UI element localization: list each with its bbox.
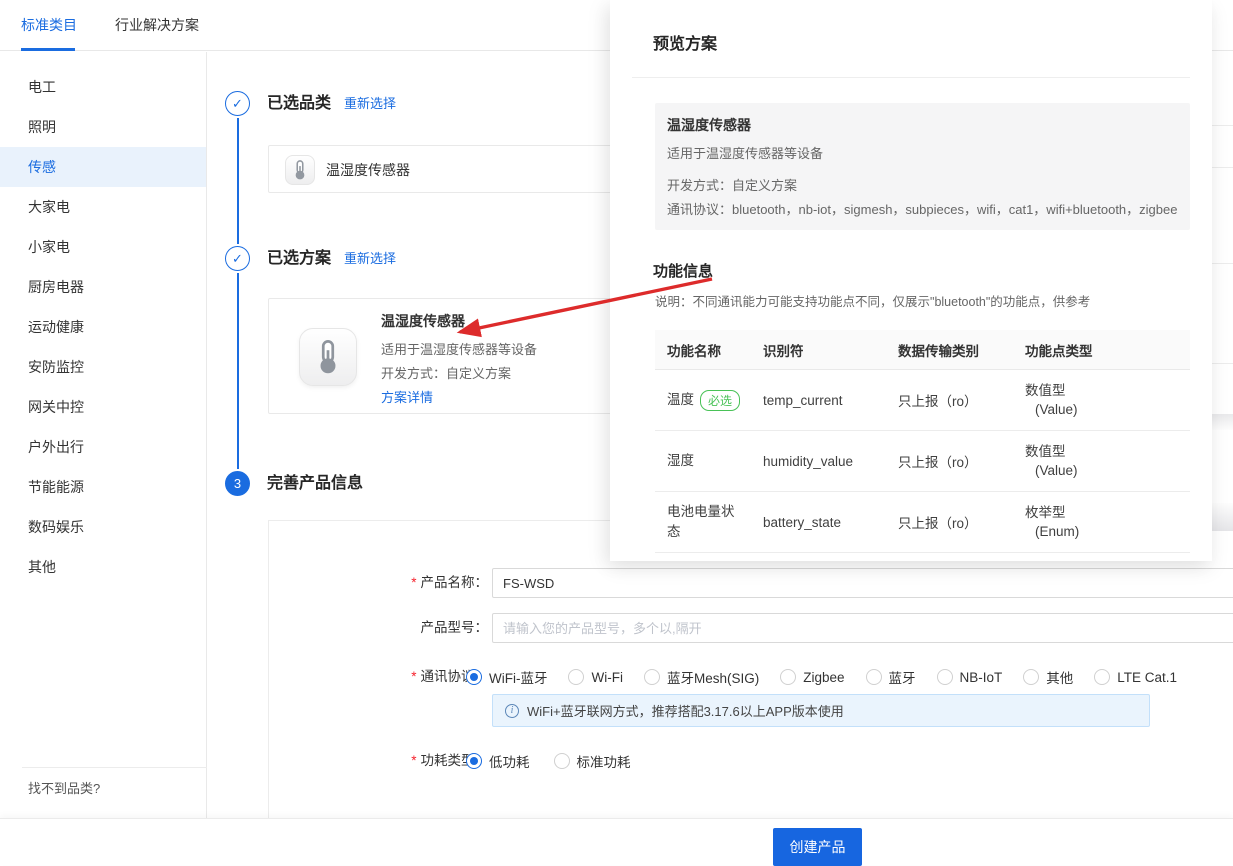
sidebar-item-yundong[interactable]: 运动健康 (0, 307, 206, 347)
radio-ble-mesh[interactable]: 蓝牙Mesh(SIG) (644, 667, 759, 687)
feature-row-battery: 电池电量状态 battery_state 只上报（ro） 枚举型(Enum) (655, 492, 1190, 553)
sidebar-item-shuma[interactable]: 数码娱乐 (0, 507, 206, 547)
protocol-hint-box: i WiFi+蓝牙联网方式，推荐搭配3.17.6以上APP版本使用 (492, 694, 1150, 727)
solution-detail-link[interactable]: 方案详情 (381, 387, 433, 406)
feature-row-temperature: 温度必选 temp_current 只上报（ro） 数值型(Value) (655, 370, 1190, 431)
col-transfer-type: 数据传输类别 (886, 340, 1013, 360)
step3-number: 3 (225, 471, 250, 496)
bg-fragment-patch (1211, 503, 1233, 531)
preview-panel-title: 预览方案 (653, 30, 717, 54)
radio-circle (466, 753, 482, 769)
radio-circle (780, 669, 796, 685)
radio-circle (1023, 669, 1039, 685)
product-model-input[interactable] (492, 613, 1233, 643)
sidebar-item-dajiadian[interactable]: 大家电 (0, 187, 206, 227)
radio-standard-power[interactable]: 标准功耗 (554, 751, 631, 771)
summary-protocols: 通讯协议：bluetooth，nb-iot，sigmesh，subpieces，… (667, 199, 1177, 218)
col-datapoint-type: 功能点类型 (1013, 340, 1190, 360)
radio-wifi-ble[interactable]: WiFi-蓝牙 (466, 667, 547, 687)
sidebar-item-huwai[interactable]: 户外出行 (0, 427, 206, 467)
radio-circle (644, 669, 660, 685)
panel-divider (632, 77, 1190, 78)
tab-standard-category[interactable]: 标准类目 (21, 0, 77, 50)
required-asterisk: * (411, 575, 416, 590)
sidebar-item-wangguan[interactable]: 网关中控 (0, 387, 206, 427)
solution-name: 温湿度传感器 (381, 311, 465, 331)
solution-desc: 适用于温湿度传感器等设备 (381, 339, 537, 358)
col-feature-name: 功能名称 (655, 340, 751, 360)
step2-reselect-link[interactable]: 重新选择 (344, 250, 396, 268)
sidebar-item-chuangan[interactable]: 传感 (0, 147, 206, 187)
radio-low-power[interactable]: 低功耗 (466, 751, 530, 771)
footer-bar: 创建产品 (0, 818, 1233, 865)
radio-circle (1094, 669, 1110, 685)
radio-circle (466, 669, 482, 685)
step1-reselect-link[interactable]: 重新选择 (344, 95, 396, 113)
radio-lte-cat1[interactable]: LTE Cat.1 (1094, 669, 1177, 685)
radio-other[interactable]: 其他 (1023, 667, 1073, 687)
radio-nbiot[interactable]: NB-IoT (937, 669, 1003, 685)
summary-desc: 适用于温湿度传感器等设备 (667, 143, 823, 162)
product-name-label: *产品名称： (268, 568, 488, 598)
power-type-label: *功耗类型： (268, 746, 488, 776)
protocol-hint-text: WiFi+蓝牙联网方式，推荐搭配3.17.6以上APP版本使用 (527, 701, 844, 720)
step3-title: 完善产品信息 (267, 471, 363, 496)
create-product-button[interactable]: 创建产品 (773, 828, 862, 866)
category-not-found-link[interactable]: 找不到品类? (28, 778, 100, 797)
active-tab-underline (21, 48, 75, 51)
selected-category-name: 温湿度传感器 (326, 146, 410, 194)
required-badge: 必选 (700, 390, 740, 411)
radio-circle (866, 669, 882, 685)
thermometer-icon-large (299, 328, 357, 386)
required-asterisk: * (411, 753, 416, 768)
feature-table-header: 功能名称 识别符 数据传输类别 功能点类型 (655, 330, 1190, 370)
solution-dev-mode: 开发方式：自定义方案 (381, 363, 511, 382)
radio-circle (937, 669, 953, 685)
sidebar-divider (22, 767, 207, 768)
sidebar-item-zhaoming[interactable]: 照明 (0, 107, 206, 147)
sidebar-item-diangong[interactable]: 电工 (0, 67, 206, 107)
protocol-radio-group: WiFi-蓝牙 Wi-Fi 蓝牙Mesh(SIG) Zigbee 蓝牙 NB-I… (466, 662, 1177, 692)
bg-fragment-patch (1211, 414, 1233, 430)
info-icon: i (505, 704, 519, 718)
preview-solution-panel: 预览方案 温湿度传感器 适用于温湿度传感器等设备 开发方式：自定义方案 通讯协议… (610, 0, 1212, 561)
thermometer-icon (285, 155, 315, 185)
protocol-label: *通讯协议： (268, 662, 488, 692)
radio-wifi[interactable]: Wi-Fi (568, 669, 622, 685)
step-connector-2 (237, 273, 239, 469)
sidebar-item-xiaojiadian[interactable]: 小家电 (0, 227, 206, 267)
col-identifier: 识别符 (751, 340, 886, 360)
feature-table: 功能名称 识别符 数据传输类别 功能点类型 温度必选 temp_current … (655, 330, 1190, 553)
summary-dev-mode: 开发方式：自定义方案 (667, 175, 797, 194)
radio-ble[interactable]: 蓝牙 (866, 667, 916, 687)
category-sidebar: 电工 照明 传感 大家电 小家电 厨房电器 运动健康 安防监控 网关中控 户外出… (0, 52, 207, 818)
step2-title: 已选方案 (267, 246, 331, 271)
step-connector-1 (237, 118, 239, 244)
step2-check-icon: ✓ (225, 246, 250, 271)
product-name-input[interactable] (492, 568, 1233, 598)
required-asterisk: * (411, 669, 416, 684)
step1-title: 已选品类 (267, 91, 331, 116)
sidebar-item-jieneng[interactable]: 节能能源 (0, 467, 206, 507)
tab-industry-solution[interactable]: 行业解决方案 (115, 0, 199, 50)
radio-zigbee[interactable]: Zigbee (780, 669, 844, 685)
summary-name: 温湿度传感器 (667, 115, 751, 135)
sidebar-item-qita[interactable]: 其他 (0, 547, 206, 587)
feature-info-note: 说明：不同通讯能力可能支持功能点不同，仅展示"bluetooth"的功能点，供参… (655, 291, 1090, 310)
feature-row-humidity: 湿度 humidity_value 只上报（ro） 数值型(Value) (655, 431, 1190, 492)
radio-circle (568, 669, 584, 685)
sidebar-item-chufang[interactable]: 厨房电器 (0, 267, 206, 307)
feature-info-title: 功能信息 (653, 260, 713, 281)
power-radio-group: 低功耗 标准功耗 (466, 746, 631, 776)
sidebar-item-anfang[interactable]: 安防监控 (0, 347, 206, 387)
radio-circle (554, 753, 570, 769)
step1-check-icon: ✓ (225, 91, 250, 116)
solution-summary-box: 温湿度传感器 适用于温湿度传感器等设备 开发方式：自定义方案 通讯协议：blue… (655, 103, 1190, 230)
product-model-label: 产品型号： (268, 613, 488, 643)
